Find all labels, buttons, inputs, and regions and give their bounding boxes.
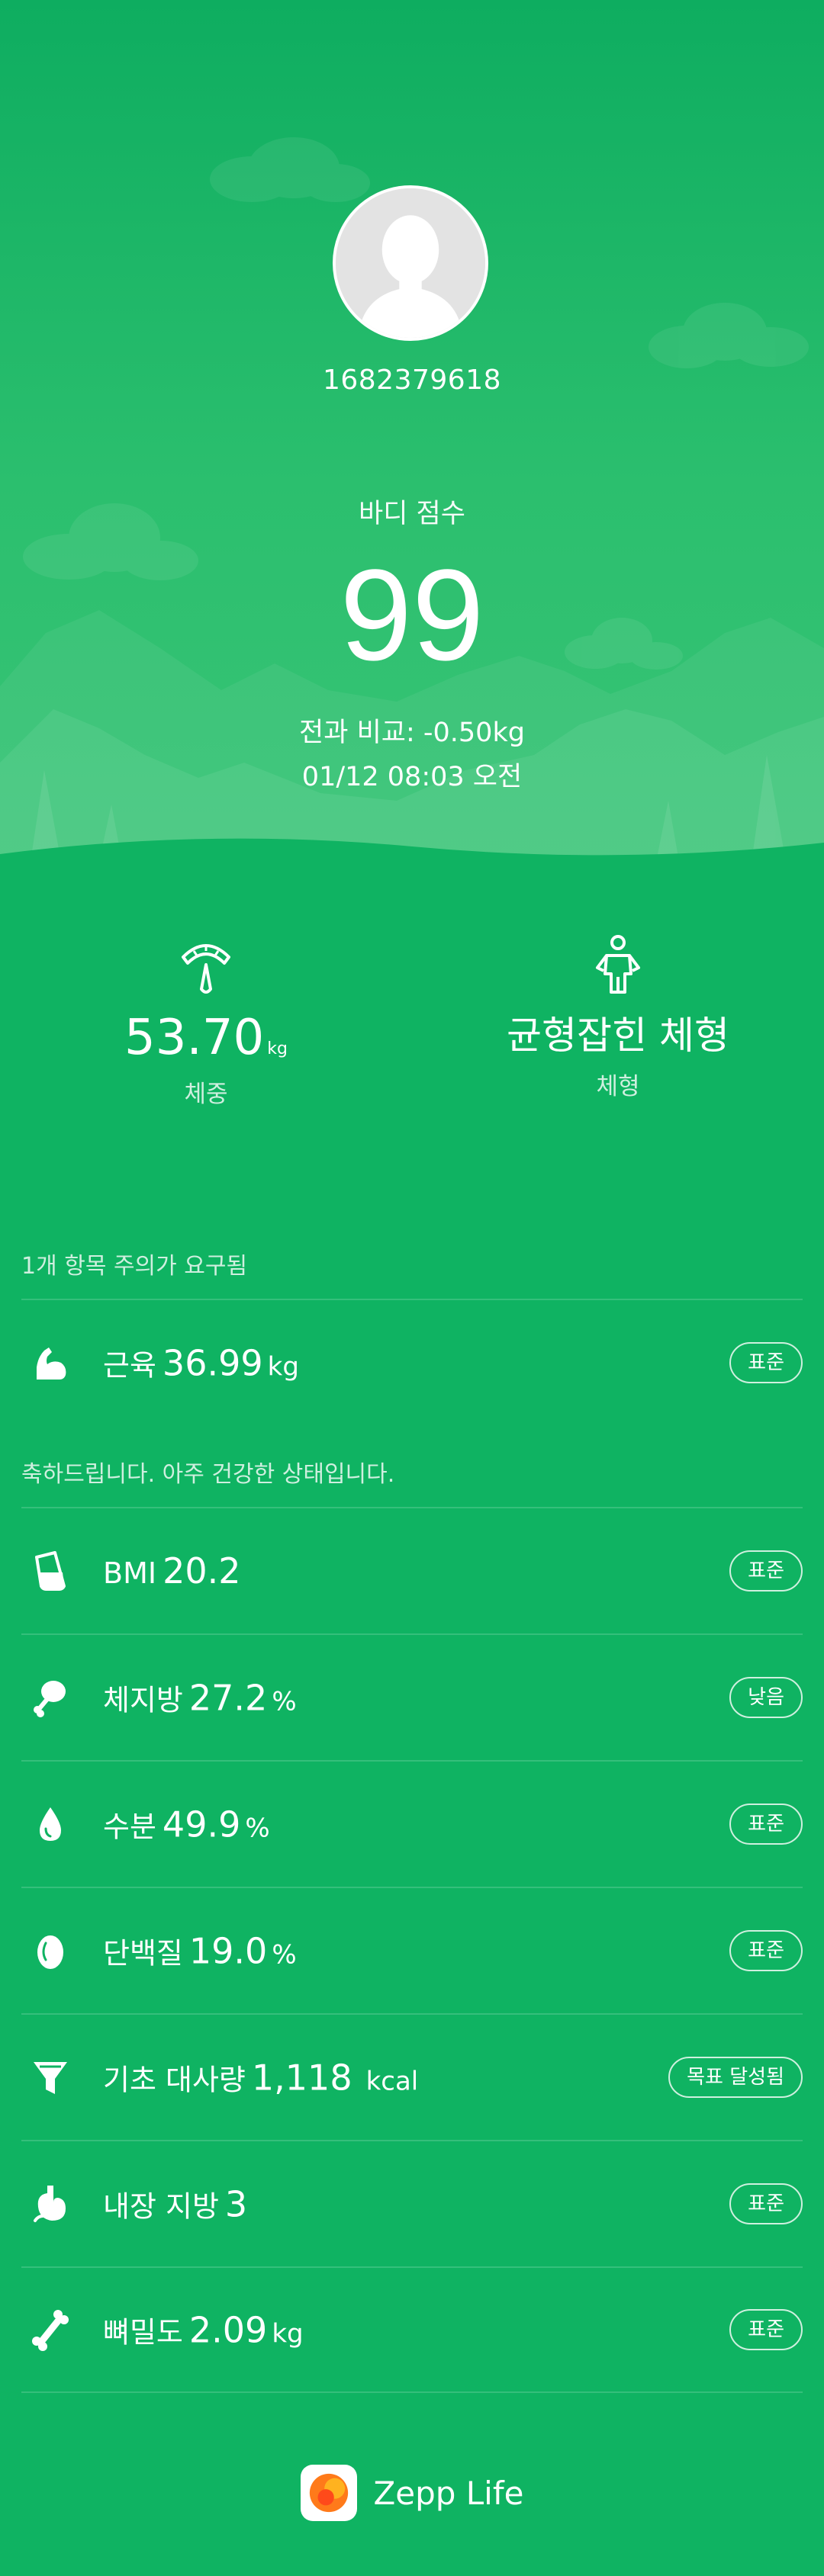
metric-unit: kg — [267, 1351, 299, 1383]
metric-name: 근육 — [103, 1348, 156, 1383]
metric-unit: kcal — [365, 2066, 419, 2097]
metric-value: 36.99 — [162, 1342, 263, 1384]
metric-row-water[interactable]: 수분 49.9 % 표준 — [21, 1760, 803, 1887]
status-badge: 표준 — [729, 1804, 803, 1845]
funnel-icon — [34, 2062, 67, 2094]
metric-row-bone-mass[interactable]: 뼈밀도 2.09 kg 표준 — [21, 2266, 803, 2393]
user-avatar[interactable] — [333, 185, 488, 341]
stomach-icon — [34, 2186, 66, 2222]
bone-icon — [32, 2310, 69, 2351]
body-figure-icon — [596, 935, 640, 994]
metric-row-visceral-fat[interactable]: 내장 지방 3 표준 — [21, 2140, 803, 2266]
metric-name: 수분 — [103, 1810, 156, 1844]
measurement-datetime: 01/12 08:03 오전 — [301, 762, 523, 792]
weight-value-line: 53.70 kg — [0, 1013, 412, 1062]
body-type-value: 균형잡힌 체형 — [507, 1013, 729, 1058]
metric-row-protein[interactable]: 단백질 19.0 % 표준 — [21, 1887, 803, 2013]
metric-value: 20.2 — [163, 1550, 241, 1592]
metric-unit: kg — [272, 2318, 304, 2350]
metric-row-body-fat[interactable]: 체지방 27.2 % 낮음 — [21, 1633, 803, 1760]
egg-icon — [37, 1935, 63, 1969]
weight-unit: kg — [267, 1039, 288, 1058]
status-badge: 표준 — [729, 1342, 803, 1383]
metric-unit: % — [272, 1939, 297, 1971]
status-badge: 목표 달성됨 — [668, 2057, 803, 2098]
metric-row-muscle[interactable]: 근육 36.99 kg 표준 — [21, 1299, 803, 1425]
app-footer: Zepp Life — [0, 2465, 824, 2521]
weight-comparison: 전과 비교: -0.50kg — [299, 718, 525, 748]
status-badge: 표준 — [729, 2309, 803, 2350]
weight-caption: 체중 — [184, 1081, 228, 1108]
body-score-label: 바디 점수 — [359, 499, 465, 529]
metric-name: 체지방 — [103, 1683, 183, 1717]
status-badge: 표준 — [729, 1930, 803, 1971]
metric-value: 27.2 — [188, 1677, 268, 1719]
water-drop-icon — [40, 1807, 61, 1841]
metric-value: 49.9 — [162, 1804, 241, 1845]
metric-value: 19.0 — [188, 1930, 268, 1972]
body-type-caption: 체형 — [596, 1073, 640, 1100]
bmi-cup-icon — [35, 1551, 66, 1591]
metric-name: 내장 지방 — [103, 2189, 219, 2224]
metric-name: 기초 대사량 — [103, 2063, 246, 2097]
drumstick-icon — [34, 1681, 66, 1717]
metric-unit: % — [245, 1813, 270, 1844]
metric-value: 2.09 — [188, 2309, 268, 2351]
user-id: 1682379618 — [322, 365, 502, 396]
zepp-life-logo-icon — [300, 2465, 357, 2521]
metric-name: BMI — [103, 1556, 157, 1590]
healthy-note: 축하드립니다. 아주 건강한 상태입니다. — [21, 1461, 395, 1488]
scale-icon — [182, 944, 230, 994]
hero-banner: 1682379618 바디 점수 99 전과 비교: -0.50kg 01/12… — [0, 0, 824, 877]
attention-note: 1개 항목 주의가 요구됨 — [21, 1253, 248, 1280]
metric-name: 뼈밀도 — [103, 2315, 183, 2350]
metric-unit: % — [272, 1686, 297, 1717]
status-badge: 낮음 — [729, 1677, 803, 1718]
metric-row-bmi[interactable]: BMI 20.2 표준 — [21, 1507, 803, 1633]
status-badge: 표준 — [729, 1550, 803, 1592]
metric-row-bmr[interactable]: 기초 대사량 1,118 kcal 목표 달성됨 — [21, 2013, 803, 2140]
weight-value: 53.70 — [124, 1010, 265, 1066]
body-type-summary[interactable]: 균형잡힌 체형 체형 — [412, 934, 824, 1101]
brand-name: Zepp Life — [373, 2474, 524, 2512]
metric-value: 3 — [224, 2183, 248, 2225]
muscle-icon — [37, 1347, 66, 1380]
default-avatar-icon — [336, 188, 485, 338]
metric-name: 단백질 — [103, 1936, 183, 1971]
metric-value: 1,118 — [251, 2057, 352, 2099]
body-score-value: 99 — [340, 543, 484, 688]
weight-summary[interactable]: 53.70 kg 체중 — [0, 934, 412, 1109]
status-badge: 표준 — [729, 2183, 803, 2224]
